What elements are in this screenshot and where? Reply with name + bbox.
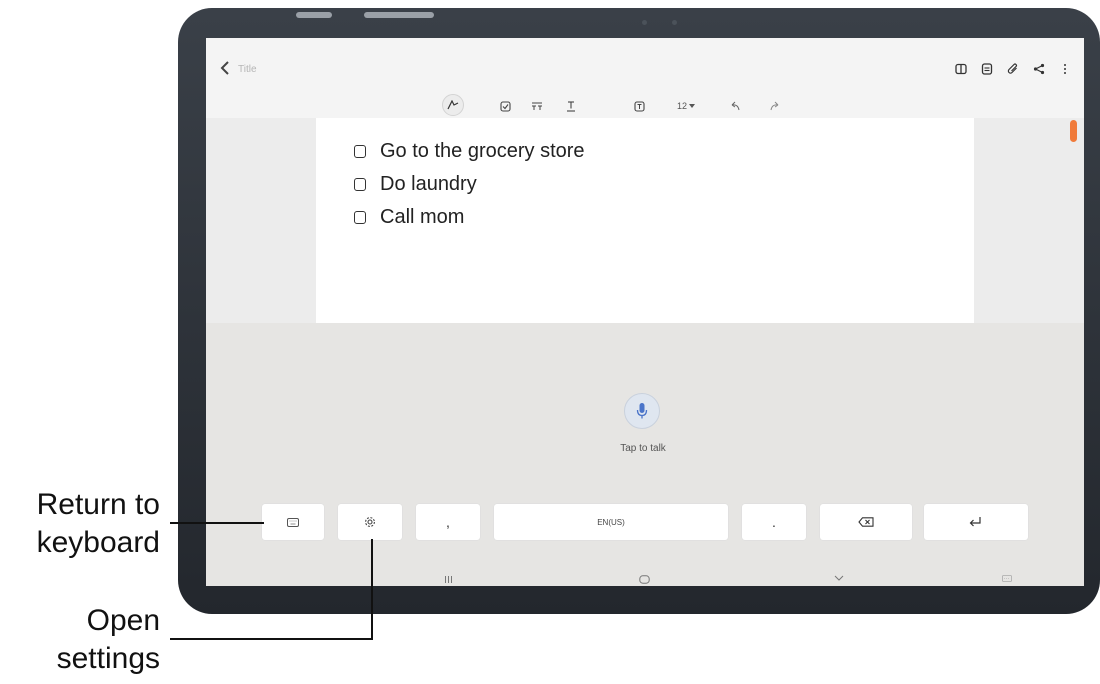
gear-icon bbox=[365, 517, 375, 527]
volume-button bbox=[296, 12, 332, 18]
text-box-icon bbox=[633, 100, 645, 112]
more-vertical-icon bbox=[1064, 64, 1066, 74]
sensor-dot bbox=[672, 20, 677, 25]
backspace-key[interactable] bbox=[820, 504, 912, 540]
chevron-down-icon bbox=[834, 575, 844, 581]
enter-key[interactable] bbox=[924, 504, 1028, 540]
scroll-handle[interactable] bbox=[1070, 120, 1077, 142]
tap-to-talk-label: Tap to talk bbox=[620, 443, 666, 454]
document-icon bbox=[981, 63, 993, 75]
recent-apps-button[interactable] bbox=[444, 575, 453, 586]
camera-dot bbox=[642, 20, 647, 25]
tablet-screen: Title 12 Go to the grocery store Do laun… bbox=[206, 38, 1084, 586]
undo-icon bbox=[731, 101, 740, 111]
todo-checkbox[interactable] bbox=[354, 178, 366, 191]
todo-checkbox[interactable] bbox=[354, 145, 366, 158]
callout-return-to-keyboard: Return to keyboard bbox=[36, 488, 160, 559]
callout-line-keyboard bbox=[170, 522, 264, 524]
undo-button[interactable] bbox=[726, 96, 744, 116]
pen-mode-button[interactable] bbox=[442, 94, 464, 116]
mic-button[interactable] bbox=[624, 393, 660, 429]
attach-button[interactable] bbox=[1002, 60, 1024, 78]
callout-line-settings-vertical bbox=[371, 539, 373, 640]
voice-input-panel: Tap to talk , EN(US) . bbox=[206, 323, 1084, 571]
recent-apps-icon bbox=[445, 576, 452, 583]
format-toolbar: 12 bbox=[206, 94, 1084, 118]
format-button[interactable] bbox=[976, 60, 998, 78]
system-nav-bar bbox=[206, 571, 1084, 586]
text-box-button[interactable] bbox=[630, 96, 648, 116]
book-icon bbox=[955, 63, 967, 75]
paragraph-icon bbox=[532, 102, 542, 110]
hide-keyboard-button[interactable] bbox=[834, 575, 844, 585]
list-item[interactable]: Call mom bbox=[354, 206, 464, 229]
comma-key[interactable]: , bbox=[416, 504, 480, 540]
back-button[interactable] bbox=[220, 60, 230, 80]
backspace-icon bbox=[858, 517, 874, 527]
language-key[interactable]: EN(US) bbox=[494, 504, 728, 540]
more-button[interactable] bbox=[1054, 60, 1076, 78]
home-button[interactable] bbox=[639, 575, 650, 586]
period-key[interactable]: . bbox=[742, 504, 806, 540]
list-item[interactable]: Do laundry bbox=[354, 173, 477, 196]
enter-icon bbox=[969, 517, 981, 527]
keyboard-icon bbox=[1002, 575, 1012, 582]
keyboard-icon bbox=[287, 517, 299, 527]
text-style-button[interactable] bbox=[562, 96, 580, 116]
todo-label: Do laundry bbox=[380, 173, 477, 195]
dropdown-arrow-icon bbox=[689, 104, 695, 108]
share-icon bbox=[1033, 63, 1045, 75]
keyboard-switch-button[interactable] bbox=[1002, 575, 1012, 585]
settings-button[interactable] bbox=[338, 504, 402, 540]
font-size-button[interactable]: 12 bbox=[674, 96, 698, 116]
note-title[interactable]: Title bbox=[238, 64, 257, 75]
redo-button[interactable] bbox=[766, 96, 784, 116]
font-size-value: 12 bbox=[676, 101, 687, 111]
callout-line-settings-horizontal bbox=[170, 638, 373, 640]
chevron-left-icon bbox=[220, 61, 229, 75]
checkbox-icon bbox=[499, 100, 511, 112]
top-actions bbox=[950, 60, 1076, 78]
language-key-label: EN(US) bbox=[597, 517, 625, 527]
microphone-icon bbox=[636, 403, 648, 419]
pen-icon bbox=[447, 100, 459, 110]
return-to-keyboard-button[interactable] bbox=[262, 504, 324, 540]
checkbox-button[interactable] bbox=[496, 96, 514, 116]
redo-icon bbox=[770, 101, 779, 111]
callout-open-settings: Open settings bbox=[56, 604, 160, 675]
list-item[interactable]: Go to the grocery store bbox=[354, 140, 585, 163]
todo-label: Go to the grocery store bbox=[380, 140, 585, 162]
power-button bbox=[364, 12, 434, 18]
paperclip-icon bbox=[1007, 63, 1017, 74]
paragraph-style-button[interactable] bbox=[528, 96, 546, 116]
note-page[interactable]: Go to the grocery store Do laundry Call … bbox=[316, 118, 974, 323]
app-bar: Title bbox=[206, 38, 1084, 94]
underline-text-icon bbox=[567, 100, 575, 112]
book-view-button[interactable] bbox=[950, 60, 972, 78]
todo-checkbox[interactable] bbox=[354, 211, 366, 224]
home-icon bbox=[639, 575, 650, 584]
comma-key-label: , bbox=[446, 514, 450, 530]
period-key-label: . bbox=[772, 514, 776, 530]
share-button[interactable] bbox=[1028, 60, 1050, 78]
todo-label: Call mom bbox=[380, 206, 465, 228]
